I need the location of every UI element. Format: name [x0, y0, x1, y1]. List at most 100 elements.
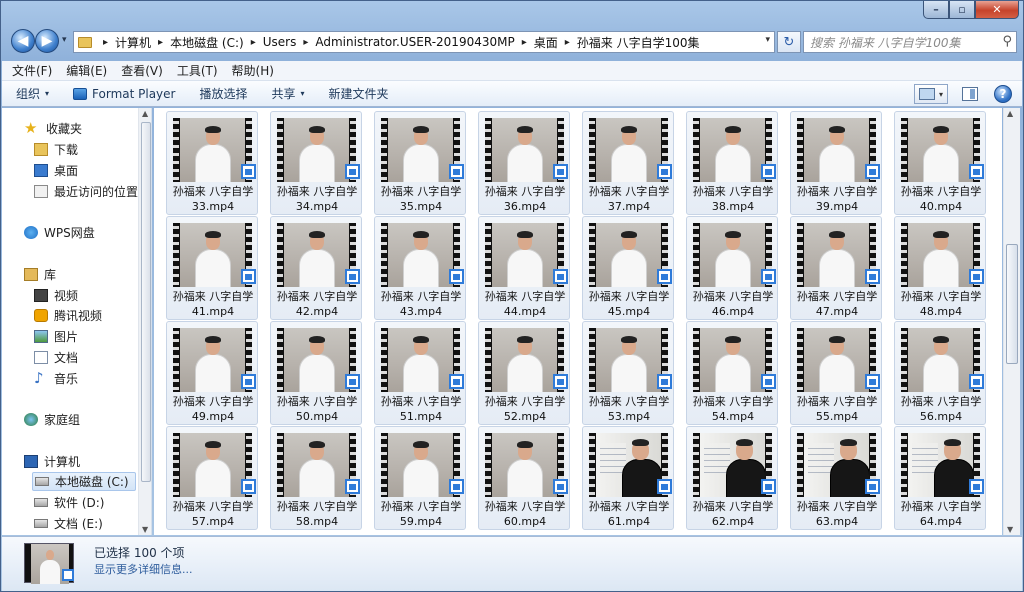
- nav-wps[interactable]: WPS网盘: [24, 224, 95, 241]
- breadcrumb-separator[interactable]: ▸: [158, 37, 163, 48]
- refresh-button[interactable]: ↻: [777, 31, 801, 53]
- file-item[interactable]: 孙福来 八字自学 43.mp4: [374, 216, 466, 320]
- file-item[interactable]: 孙福来 八字自学 57.mp4: [166, 426, 258, 530]
- file-item[interactable]: 孙福来 八字自学 37.mp4: [582, 111, 674, 215]
- breadcrumb-desktop[interactable]: 桌面: [534, 34, 558, 51]
- new-folder-button[interactable]: 新建文件夹: [329, 85, 389, 102]
- menu-view[interactable]: 查看(V): [121, 62, 163, 79]
- file-item[interactable]: 孙福来 八字自学 48.mp4: [894, 216, 986, 320]
- file-item[interactable]: 孙福来 八字自学 33.mp4: [166, 111, 258, 215]
- file-item[interactable]: 孙福来 八字自学 40.mp4: [894, 111, 986, 215]
- preview-pane-icon[interactable]: [962, 87, 978, 101]
- file-item[interactable]: 孙福来 八字自学 35.mp4: [374, 111, 466, 215]
- breadcrumb-current-folder[interactable]: 孙福来 八字自学100集: [577, 34, 700, 51]
- file-item[interactable]: 孙福来 八字自学 50.mp4: [270, 321, 362, 425]
- video-badge-icon: [761, 374, 776, 389]
- file-item[interactable]: 孙福来 八字自学 60.mp4: [478, 426, 570, 530]
- file-item[interactable]: 孙福来 八字自学 41.mp4: [166, 216, 258, 320]
- nav-scrollbar[interactable]: ▲ ▼: [138, 108, 151, 535]
- minimize-button[interactable]: –: [923, 1, 949, 19]
- play-selection-button[interactable]: 播放选择: [199, 85, 247, 102]
- scroll-up-icon[interactable]: ▲: [1007, 109, 1013, 118]
- file-name-number: 56.mp4: [919, 410, 963, 423]
- maximize-button[interactable]: ▫: [949, 1, 975, 19]
- file-item[interactable]: 孙福来 八字自学 52.mp4: [478, 321, 570, 425]
- file-item[interactable]: 孙福来 八字自学 39.mp4: [790, 111, 882, 215]
- presenter: [611, 354, 647, 392]
- file-item[interactable]: 孙福来 八字自学 46.mp4: [686, 216, 778, 320]
- address-bar[interactable]: ▸ 计算机 ▸ 本地磁盘 (C:) ▸ Users ▸ Administrato…: [73, 31, 775, 53]
- recent-pages-dropdown[interactable]: ▾: [62, 35, 67, 45]
- breadcrumb-separator[interactable]: ▸: [565, 37, 570, 48]
- nav-downloads[interactable]: 下载: [34, 141, 78, 158]
- nav-desktop[interactable]: 桌面: [34, 162, 78, 179]
- file-item[interactable]: 孙福来 八字自学 59.mp4: [374, 426, 466, 530]
- menu-tools[interactable]: 工具(T): [177, 62, 218, 79]
- chevron-down-icon[interactable]: ▾: [765, 35, 770, 45]
- breadcrumb-separator[interactable]: ▸: [303, 37, 308, 48]
- show-more-details-link[interactable]: 显示更多详细信息...: [94, 561, 193, 577]
- content-scrollbar[interactable]: ▲ ▼: [1003, 108, 1020, 535]
- nav-drive-e[interactable]: 文档 (E:): [34, 515, 103, 532]
- close-button[interactable]: ✕: [975, 1, 1019, 19]
- nav-tencent-video[interactable]: 腾讯视频: [34, 307, 102, 324]
- nav-drive-c[interactable]: 本地磁盘 (C:): [32, 472, 136, 491]
- file-item[interactable]: 孙福来 八字自学 56.mp4: [894, 321, 986, 425]
- format-player-label: Format Player: [92, 86, 176, 101]
- nav-music[interactable]: ♪ 音乐: [34, 370, 78, 387]
- breadcrumb-separator[interactable]: ▸: [522, 37, 527, 48]
- file-name: 孙福来 八字自学 53.mp4: [583, 394, 675, 424]
- file-item[interactable]: 孙福来 八字自学 51.mp4: [374, 321, 466, 425]
- forward-button[interactable]: ▶: [35, 29, 59, 53]
- file-item[interactable]: 孙福来 八字自学 63.mp4: [790, 426, 882, 530]
- nav-recent[interactable]: 最近访问的位置: [34, 183, 138, 200]
- nav-homegroup[interactable]: 家庭组: [24, 411, 80, 428]
- scroll-down-icon[interactable]: ▼: [142, 525, 148, 534]
- file-item[interactable]: 孙福来 八字自学 38.mp4: [686, 111, 778, 215]
- scroll-down-icon[interactable]: ▼: [1007, 525, 1013, 534]
- breadcrumb-separator[interactable]: ▸: [103, 37, 108, 48]
- breadcrumb-users[interactable]: Users: [263, 35, 297, 49]
- breadcrumb-drive-c[interactable]: 本地磁盘 (C:): [170, 34, 244, 51]
- search-icon[interactable]: ⚲: [1002, 34, 1012, 49]
- file-item[interactable]: 孙福来 八字自学 55.mp4: [790, 321, 882, 425]
- back-button[interactable]: ◀: [11, 29, 35, 53]
- format-player-button[interactable]: Format Player: [73, 87, 175, 101]
- nav-favorites[interactable]: ★ 收藏夹: [24, 120, 82, 137]
- file-item[interactable]: 孙福来 八字自学 34.mp4: [270, 111, 362, 215]
- breadcrumb-separator[interactable]: ▸: [251, 37, 256, 48]
- nav-documents[interactable]: 文档: [34, 349, 78, 366]
- change-view-button[interactable]: ▾: [914, 84, 948, 104]
- menu-help[interactable]: 帮助(H): [232, 62, 274, 79]
- file-item[interactable]: 孙福来 八字自学 58.mp4: [270, 426, 362, 530]
- help-icon[interactable]: ?: [994, 85, 1012, 103]
- file-item[interactable]: 孙福来 八字自学 49.mp4: [166, 321, 258, 425]
- nav-libraries[interactable]: 库: [24, 266, 56, 283]
- nav-videos[interactable]: 视频: [34, 287, 78, 304]
- file-item[interactable]: 孙福来 八字自学 36.mp4: [478, 111, 570, 215]
- file-item[interactable]: 孙福来 八字自学 47.mp4: [790, 216, 882, 320]
- nav-computer[interactable]: 计算机: [24, 453, 80, 470]
- file-item[interactable]: 孙福来 八字自学 64.mp4: [894, 426, 986, 530]
- share-button[interactable]: 共享 ▾: [272, 85, 305, 102]
- file-item[interactable]: 孙福来 八字自学 45.mp4: [582, 216, 674, 320]
- file-item[interactable]: 孙福来 八字自学 44.mp4: [478, 216, 570, 320]
- file-name-number: 41.mp4: [191, 305, 235, 318]
- file-item[interactable]: 孙福来 八字自学 42.mp4: [270, 216, 362, 320]
- file-item[interactable]: 孙福来 八字自学 53.mp4: [582, 321, 674, 425]
- nav-pictures[interactable]: 图片: [34, 328, 78, 345]
- file-item[interactable]: 孙福来 八字自学 61.mp4: [582, 426, 674, 530]
- file-item[interactable]: 孙福来 八字自学 62.mp4: [686, 426, 778, 530]
- content-scroll-thumb[interactable]: [1006, 244, 1018, 364]
- breadcrumb-computer[interactable]: 计算机: [115, 34, 151, 51]
- menu-edit[interactable]: 编辑(E): [66, 62, 107, 79]
- nav-drive-d[interactable]: 软件 (D:): [34, 494, 104, 511]
- organize-button[interactable]: 组织 ▾: [16, 85, 49, 102]
- file-item[interactable]: 孙福来 八字自学 54.mp4: [686, 321, 778, 425]
- search-input[interactable]: 搜索 孙福来 八字自学100集 ⚲: [803, 31, 1017, 53]
- menu-file[interactable]: 文件(F): [12, 62, 52, 79]
- video-badge-icon: [449, 479, 464, 494]
- scroll-up-icon[interactable]: ▲: [142, 109, 148, 118]
- breadcrumb-administrator[interactable]: Administrator.USER-20190430MP: [315, 35, 514, 49]
- nav-scroll-thumb[interactable]: [141, 122, 151, 482]
